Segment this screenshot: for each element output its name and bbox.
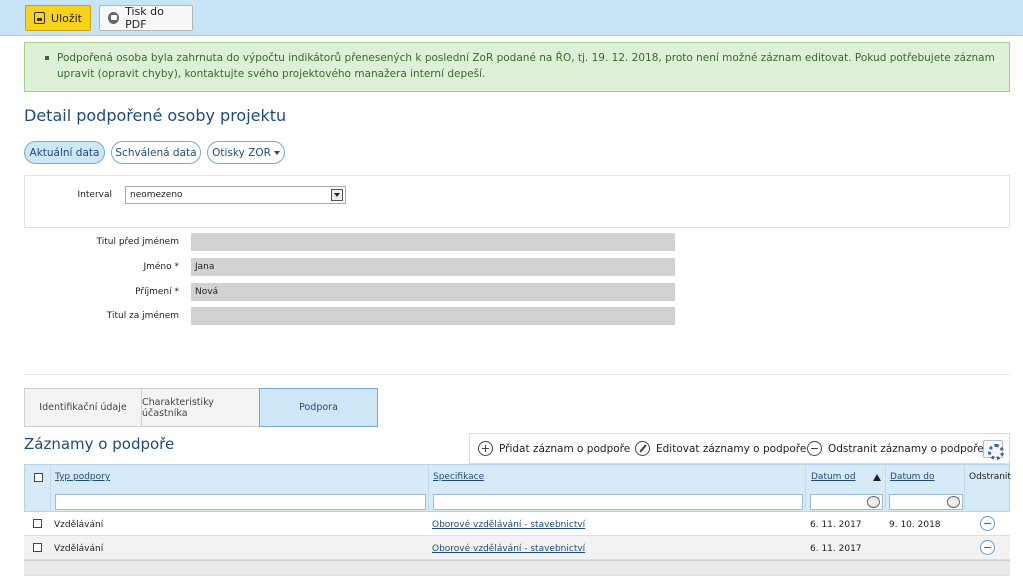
plus-circle-icon (478, 441, 493, 456)
tab-identification[interactable]: Identifikační údaje (24, 388, 142, 427)
column-spec[interactable]: Specifikace (433, 472, 484, 482)
save-icon (34, 12, 46, 24)
cell-date-to: 9. 10. 2018 (889, 520, 941, 530)
table-row[interactable]: Vzdělávání Oborové vzdělávání - stavebni… (24, 512, 1010, 536)
filter-spec-input[interactable] (433, 494, 803, 510)
first-name-label: Jméno * (143, 262, 179, 272)
column-remove: Odstranit (969, 472, 1011, 482)
tab-characteristics-label: Charakteristiky účastníka (142, 396, 214, 419)
pencil-icon (635, 441, 650, 456)
add-record-button[interactable]: Přidat záznam o podpoře (478, 441, 630, 456)
column-type[interactable]: Typ podpory (55, 472, 110, 482)
records-title: Záznamy o podpoře (24, 435, 175, 453)
row-checkbox[interactable] (33, 519, 42, 528)
table-header: Typ podpory Specifikace Datum od Datum d… (24, 464, 1011, 512)
interval-label: Interval (77, 190, 112, 200)
records-action-bar: Přidat záznam o podpoře Editovat záznamy… (469, 433, 1010, 464)
caret-down-icon (273, 150, 280, 155)
interval-select[interactable]: neomezeno (125, 186, 346, 204)
add-record-label: Přidat záznam o podpoře (499, 442, 631, 455)
alert-text: Podpořená osoba byla zahrnuta do výpočtu… (57, 52, 995, 80)
cell-spec-link[interactable]: Oborové vzdělávání - stavebnictví (432, 520, 585, 530)
edit-records-label: Editovat záznamy o podpoře (656, 442, 807, 455)
calendar-icon[interactable] (867, 496, 880, 508)
info-alert: Podpořená osoba byla zahrnuta do výpočtu… (24, 42, 1010, 92)
column-date-from[interactable]: Datum od (811, 472, 856, 482)
tab-current-data[interactable]: Aktuální data (24, 141, 105, 164)
gear-icon[interactable] (983, 440, 1004, 460)
tab-support[interactable]: Podpora (259, 388, 378, 427)
title-after-field (191, 307, 675, 325)
title-before-field (191, 233, 675, 251)
save-button[interactable]: Uložit (25, 5, 91, 31)
section-divider (24, 374, 1010, 375)
filter-type-input[interactable] (55, 494, 426, 510)
edit-records-button[interactable]: Editovat záznamy o podpoře (635, 441, 806, 456)
tab-approved-data[interactable]: Schválená data (111, 141, 201, 164)
select-all-checkbox[interactable] (34, 473, 43, 482)
cell-type: Vzdělávání (54, 544, 104, 554)
tab-identification-label: Identifikační údaje (39, 402, 127, 413)
save-button-label: Uložit (51, 11, 82, 25)
filter-date-from-input[interactable] (810, 494, 883, 510)
title-after-label: Titul za jménem (106, 311, 179, 321)
last-name-label: Příjmení * (135, 287, 179, 297)
row-checkbox[interactable] (33, 543, 42, 552)
tab-approved-data-label: Schválená data (115, 146, 197, 159)
snapshots-dropdown[interactable]: Otisky ZOR (207, 141, 285, 164)
table-row[interactable]: Vzdělávání Oborové vzdělávání - stavebni… (24, 536, 1010, 560)
minus-circle-icon (807, 441, 822, 456)
page-title: Detail podpořené osoby projektu (24, 106, 287, 125)
remove-records-button[interactable]: Odstranit záznamy o podpoře (807, 441, 984, 456)
cell-date-from: 6. 11. 2017 (810, 520, 862, 530)
sort-ascending-icon (873, 474, 881, 481)
column-date-to[interactable]: Datum do (890, 472, 935, 482)
tab-characteristics[interactable]: Charakteristiky účastníka (141, 388, 260, 427)
cell-spec-link[interactable]: Oborové vzdělávání - stavebnictví (432, 544, 585, 554)
chevron-down-icon[interactable] (331, 189, 343, 201)
title-before-label: Titul před jménem (96, 237, 179, 247)
tab-current-data-label: Aktuální data (29, 146, 100, 159)
table-footer (24, 560, 1010, 576)
print-pdf-button[interactable]: Tisk do PDF (99, 5, 193, 31)
remove-records-label: Odstranit záznamy o podpoře (828, 442, 984, 455)
top-toolbar: Uložit Tisk do PDF (0, 0, 1023, 36)
print-pdf-label: Tisk do PDF (125, 5, 164, 31)
filter-date-to-input[interactable] (889, 494, 963, 510)
calendar-icon[interactable] (947, 496, 960, 508)
snapshots-dropdown-label: Otisky ZOR (212, 146, 271, 159)
first-name-field: Jana (191, 258, 675, 276)
tab-support-label: Podpora (299, 402, 338, 413)
printer-icon (108, 12, 120, 24)
last-name-field: Nová (191, 283, 675, 301)
interval-select-value: neomezeno (130, 190, 183, 200)
cell-date-from: 6. 11. 2017 (810, 544, 862, 554)
remove-row-button[interactable] (980, 516, 995, 531)
remove-row-button[interactable] (980, 540, 995, 555)
cell-type: Vzdělávání (54, 520, 104, 530)
